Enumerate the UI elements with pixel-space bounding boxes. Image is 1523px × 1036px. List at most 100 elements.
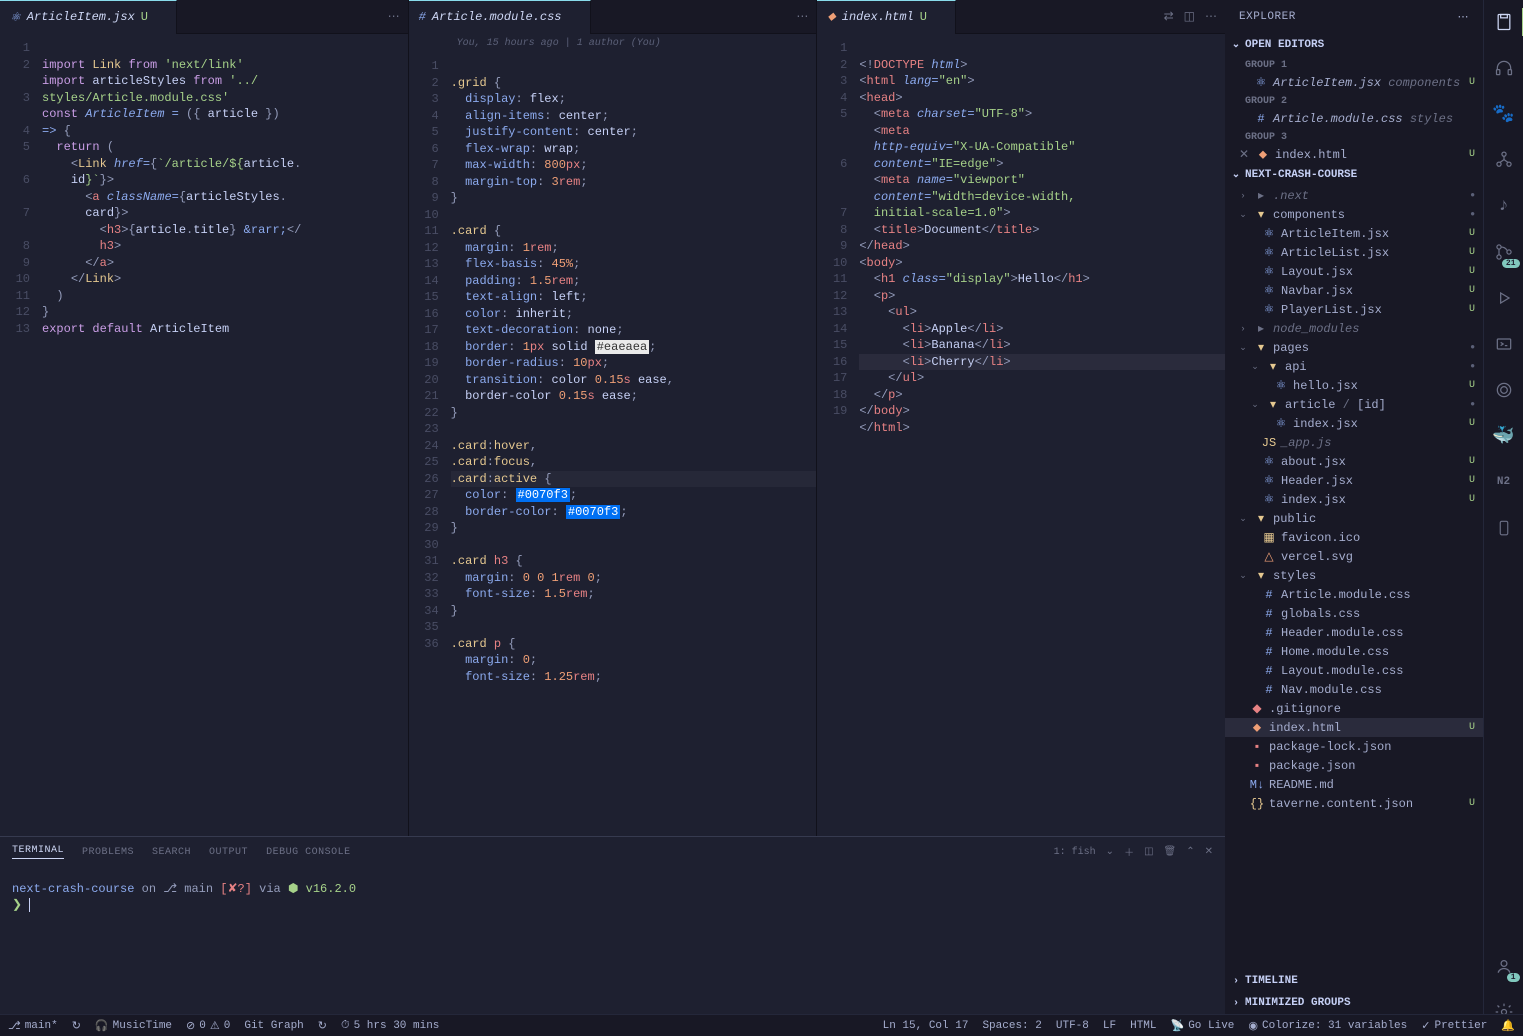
terminal-tab-terminal[interactable]: TERMINAL bbox=[12, 845, 64, 859]
activity-docker[interactable]: 🐳 bbox=[1484, 422, 1523, 450]
folder-article[interactable]: ⌄▾article / [id]● bbox=[1225, 395, 1483, 414]
file-style[interactable]: #Home.module.css bbox=[1225, 642, 1483, 661]
trash-icon[interactable]: 🗑 bbox=[1164, 846, 1177, 858]
file-index-pages[interactable]: ⚛index.jsxU bbox=[1225, 490, 1483, 509]
activity-target[interactable] bbox=[1484, 376, 1523, 404]
editor-pane-1[interactable]: 12 3 45 6 7 8910111213 import Link from … bbox=[0, 34, 409, 836]
terminal-body[interactable]: next-crash-course on ⎇ main [✘?] via ⬢ v… bbox=[0, 867, 1225, 1036]
status-position[interactable]: Ln 15, Col 17 bbox=[883, 1020, 969, 1032]
status-gitgraph[interactable]: Git Graph bbox=[244, 1020, 303, 1032]
section-project[interactable]: ⌄NEXT-CRASH-COURSE bbox=[1225, 164, 1483, 186]
activity-device[interactable] bbox=[1484, 514, 1523, 542]
overflow-icon[interactable]: ⋯ bbox=[1458, 10, 1470, 24]
status-golive[interactable]: 📡 Go Live bbox=[1171, 1019, 1235, 1033]
file-about[interactable]: ⚛about.jsxU bbox=[1225, 452, 1483, 471]
terminal-selector[interactable]: 1: fish bbox=[1054, 847, 1096, 858]
tab-indexhtml[interactable]: ⬥ index.html U bbox=[817, 0, 956, 34]
activity-n2[interactable]: N2 bbox=[1484, 468, 1523, 496]
activity-remote[interactable] bbox=[1484, 330, 1523, 358]
status-language[interactable]: HTML bbox=[1130, 1020, 1156, 1032]
file-hello[interactable]: ⚛hello.jsxU bbox=[1225, 376, 1483, 395]
folder-api[interactable]: ⌄▾api● bbox=[1225, 357, 1483, 376]
section-timeline[interactable]: ›TIMELINE bbox=[1225, 970, 1483, 992]
code-lens[interactable]: You, 15 hours ago | 1 author (You) bbox=[457, 38, 661, 49]
file-readme[interactable]: M↓README.md bbox=[1225, 775, 1483, 794]
activity-paw[interactable]: 🐾 bbox=[1484, 100, 1523, 128]
section-minimized[interactable]: ›MINIMIZED GROUPS bbox=[1225, 992, 1483, 1014]
status-eol[interactable]: LF bbox=[1103, 1020, 1116, 1032]
status-encoding[interactable]: UTF-8 bbox=[1056, 1020, 1089, 1032]
code-content-html[interactable]: <!DOCTYPE html><html lang="en"><head> <m… bbox=[859, 34, 1225, 836]
status-colorize[interactable]: ◉ Colorize: 31 variables bbox=[1248, 1019, 1407, 1033]
folder-styles[interactable]: ⌄▾styles bbox=[1225, 566, 1483, 585]
activity-headphones[interactable] bbox=[1484, 54, 1523, 82]
file-taverne[interactable]: {}taverne.content.jsonU bbox=[1225, 794, 1483, 813]
split-icon[interactable]: ◫ bbox=[1184, 9, 1195, 24]
file-indexhtml[interactable]: ⬥index.htmlU bbox=[1225, 718, 1483, 737]
overflow-icon[interactable]: ⋯ bbox=[796, 9, 808, 24]
file-articlelist[interactable]: ⚛ArticleList.jsxU bbox=[1225, 243, 1483, 262]
folder-pages[interactable]: ⌄▾pages● bbox=[1225, 338, 1483, 357]
folder-next[interactable]: ›▸.next● bbox=[1225, 186, 1483, 205]
overflow-icon[interactable]: ⋯ bbox=[388, 9, 400, 24]
split-terminal-icon[interactable]: ◫ bbox=[1144, 846, 1153, 858]
file-app[interactable]: JS_app.js bbox=[1225, 433, 1483, 452]
status-bell-icon[interactable]: 🔔 bbox=[1501, 1019, 1515, 1033]
file-articleitem[interactable]: ⚛ArticleItem.jsxU bbox=[1225, 224, 1483, 243]
code-content-css[interactable]: .grid { display: flex; align-items: cent… bbox=[451, 34, 817, 836]
terminal-tab-debug[interactable]: DEBUG CONSOLE bbox=[266, 847, 351, 858]
css-icon: # bbox=[419, 10, 426, 24]
file-playerlist[interactable]: ⚛PlayerList.jsxU bbox=[1225, 300, 1483, 319]
file-style[interactable]: #Header.module.css bbox=[1225, 623, 1483, 642]
new-terminal-icon[interactable]: ＋ bbox=[1124, 844, 1134, 860]
file-layout[interactable]: ⚛Layout.jsxU bbox=[1225, 262, 1483, 281]
status-time[interactable]: ⏱ 5 hrs 30 mins bbox=[341, 1020, 439, 1032]
file-gitignore[interactable]: ◆.gitignore bbox=[1225, 699, 1483, 718]
terminal-tab-output[interactable]: OUTPUT bbox=[209, 847, 248, 858]
tab-articleitem[interactable]: ⚛ ArticleItem.jsx U bbox=[0, 0, 177, 34]
activity-tree[interactable] bbox=[1484, 146, 1523, 174]
status-branch[interactable]: ⎇ main* bbox=[8, 1019, 58, 1033]
folder-public[interactable]: ⌄▾public bbox=[1225, 509, 1483, 528]
activity-debug[interactable] bbox=[1484, 284, 1523, 312]
overflow-icon[interactable]: ⋯ bbox=[1205, 9, 1217, 24]
status-prettier[interactable]: ✓ Prettier bbox=[1421, 1019, 1487, 1033]
maximize-icon[interactable]: ⌃ bbox=[1186, 846, 1194, 858]
file-pkglock[interactable]: ▪package-lock.json bbox=[1225, 737, 1483, 756]
open-editor-item[interactable]: # Article.module.css styles bbox=[1225, 109, 1483, 128]
folder-nodemodules[interactable]: ›▸node_modules bbox=[1225, 319, 1483, 338]
file-style[interactable]: #globals.css bbox=[1225, 604, 1483, 623]
activity-account[interactable]: 1 bbox=[1484, 952, 1523, 980]
activity-scm[interactable]: 21 bbox=[1484, 238, 1523, 266]
file-navbar[interactable]: ⚛Navbar.jsxU bbox=[1225, 281, 1483, 300]
file-style[interactable]: #Article.module.css bbox=[1225, 585, 1483, 604]
section-open-editors[interactable]: ⌄OPEN EDITORS bbox=[1225, 34, 1483, 56]
file-index-art[interactable]: ⚛index.jsxU bbox=[1225, 414, 1483, 433]
compare-icon[interactable]: ⇄ bbox=[1164, 9, 1174, 24]
chevron-down-icon[interactable]: ⌄ bbox=[1106, 846, 1114, 858]
terminal-tab-search[interactable]: SEARCH bbox=[152, 847, 191, 858]
file-style[interactable]: #Nav.module.css bbox=[1225, 680, 1483, 699]
tab-articlecss[interactable]: # Article.module.css bbox=[409, 0, 591, 34]
status-sync[interactable]: ↻ bbox=[72, 1019, 81, 1033]
file-pkg[interactable]: ▪package.json bbox=[1225, 756, 1483, 775]
file-favicon[interactable]: ▦favicon.ico bbox=[1225, 528, 1483, 547]
editor-pane-3[interactable]: 12345 6 78910111213141516171819 <!DOCTYP… bbox=[817, 34, 1225, 836]
close-icon[interactable]: ✕ bbox=[1205, 846, 1213, 858]
activity-explorer[interactable] bbox=[1484, 8, 1523, 36]
activity-music[interactable]: ♪ bbox=[1484, 192, 1523, 220]
code-content-jsx[interactable]: import Link from 'next/link'import artic… bbox=[42, 34, 408, 836]
open-editor-item[interactable]: ⚛ ArticleItem.jsx components U bbox=[1225, 73, 1483, 92]
status-music[interactable]: 🎧 MusicTime bbox=[95, 1019, 172, 1033]
status-spaces[interactable]: Spaces: 2 bbox=[982, 1020, 1041, 1032]
status-problems[interactable]: ⊘ 0 ⚠ 0 bbox=[186, 1019, 230, 1033]
folder-components[interactable]: ⌄▾components● bbox=[1225, 205, 1483, 224]
file-vercel[interactable]: △vercel.svg bbox=[1225, 547, 1483, 566]
file-header[interactable]: ⚛Header.jsxU bbox=[1225, 471, 1483, 490]
status-refresh-icon[interactable]: ↻ bbox=[318, 1019, 327, 1033]
open-editor-item[interactable]: ✕ ⬥ index.html U bbox=[1225, 145, 1483, 164]
editor-pane-2[interactable]: You, 15 hours ago | 1 author (You) 12345… bbox=[409, 34, 818, 836]
close-icon[interactable]: ✕ bbox=[1239, 147, 1251, 162]
terminal-tab-problems[interactable]: PROBLEMS bbox=[82, 847, 134, 858]
file-style[interactable]: #Layout.module.css bbox=[1225, 661, 1483, 680]
